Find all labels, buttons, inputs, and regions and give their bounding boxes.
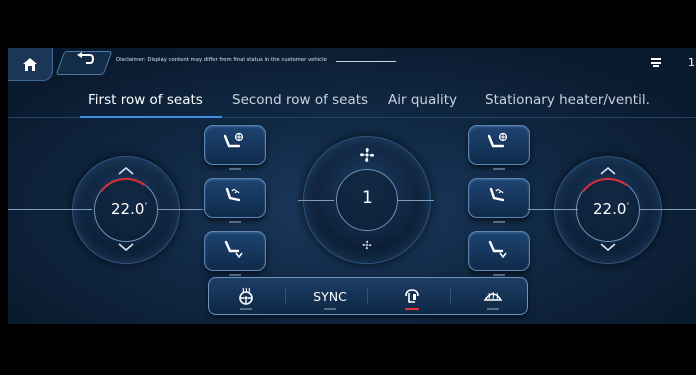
right-temp-number: 22.0 [593, 200, 627, 218]
climate-screen: Disclaimer: Display content may differ f… [8, 48, 696, 324]
seat-airflow-icon [224, 240, 243, 259]
seat-settings-icon[interactable] [650, 56, 662, 68]
sync-label: SYNC [313, 288, 347, 304]
seat-heating-icon [225, 187, 241, 202]
right-dial-line-left [528, 209, 578, 210]
seat-ventilation-icon [487, 132, 508, 148]
right-seat-ventilation-button[interactable] [468, 125, 530, 170]
tab-stationary-heater[interactable]: Stationary heater/ventil. [485, 92, 650, 108]
back-arrow-icon [77, 52, 94, 64]
fan-high-icon[interactable] [359, 147, 375, 163]
indicator [229, 274, 241, 276]
right-dial-line-right [640, 209, 696, 210]
left-temp-up-icon[interactable] [118, 167, 134, 175]
disclaimer-text: Disclaimer: Display content may differ f… [116, 57, 327, 63]
top-bar: Disclaimer: Display content may differ f… [8, 48, 696, 82]
seat-heating-icon [489, 187, 505, 202]
separator [450, 288, 451, 304]
left-temp-number: 22.0 [111, 200, 145, 218]
climate-mode-icon [405, 289, 419, 303]
disclaimer-line [336, 61, 396, 62]
separator [367, 288, 368, 304]
fan-line-right [398, 200, 434, 201]
indicator [493, 221, 505, 223]
climate-mode-button[interactable] [380, 278, 444, 314]
right-temp-value: 22.0° [593, 200, 629, 218]
sync-button[interactable]: SYNC [298, 278, 362, 314]
home-icon [23, 57, 37, 71]
fan-low-icon[interactable] [362, 240, 372, 250]
indicator [493, 274, 505, 276]
active-tab-indicator [80, 116, 222, 118]
tab-bar: First row of seats Second row of seats A… [8, 92, 696, 116]
left-temp-value: 22.0° [111, 200, 147, 218]
right-seat-heating-button[interactable] [468, 178, 530, 223]
tab-first-row[interactable]: First row of seats [88, 92, 203, 108]
right-temp-up-icon[interactable] [600, 167, 616, 175]
left-temp-down-icon[interactable] [118, 243, 134, 251]
left-dial-line-left [8, 209, 92, 210]
left-temp-dial[interactable]: 22.0° [72, 156, 180, 264]
tab-air-quality[interactable]: Air quality [388, 92, 457, 108]
windshield-defrost-icon [483, 291, 503, 301]
left-seat-ventilation-button[interactable] [204, 125, 266, 170]
indicator [487, 308, 499, 310]
left-seat-heating-button[interactable] [204, 178, 266, 223]
indicator [229, 168, 241, 170]
indicator [493, 168, 505, 170]
fan-line-left [298, 200, 334, 201]
right-seat-airflow-button[interactable] [468, 231, 530, 276]
fan-level: 1 [362, 188, 373, 208]
left-temp-unit: ° [144, 202, 148, 209]
left-seat-airflow-button[interactable] [204, 231, 266, 276]
steering-wheel-heat-icon [239, 287, 253, 305]
seat-ventilation-icon [223, 132, 244, 148]
seat-airflow-icon [488, 240, 507, 259]
indicator [240, 308, 252, 310]
steering-wheel-heat-button[interactable] [214, 278, 278, 314]
indicator [324, 308, 336, 310]
indicator [229, 221, 241, 223]
separator [285, 288, 286, 304]
home-button[interactable] [8, 48, 53, 81]
right-temp-unit: ° [626, 202, 630, 209]
windshield-defrost-button[interactable] [461, 278, 525, 314]
left-dial-line-right [158, 209, 208, 210]
tab-second-row[interactable]: Second row of seats [232, 92, 368, 108]
right-temp-dial[interactable]: 22.0° [554, 156, 662, 264]
active-indicator [405, 308, 419, 310]
bottom-climate-bar: SYNC [208, 277, 528, 315]
top-right-number: 1 [688, 56, 695, 69]
right-temp-down-icon[interactable] [600, 243, 616, 251]
